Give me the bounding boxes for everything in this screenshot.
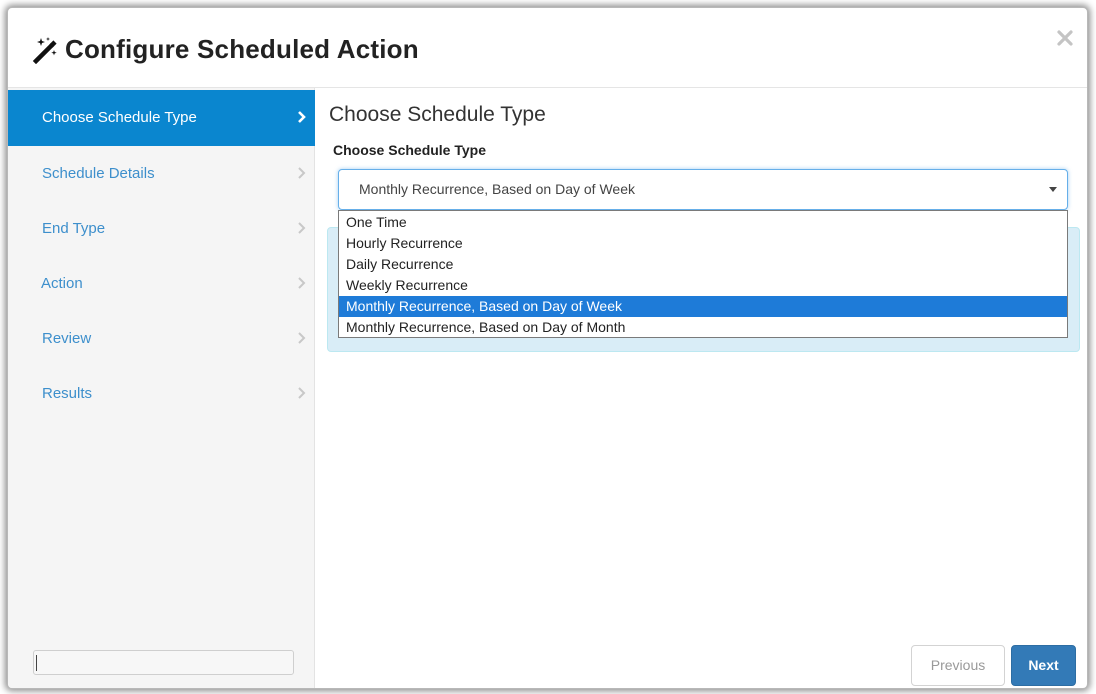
chevron-right-icon (298, 222, 306, 234)
select-current-value: Monthly Recurrence, Based on Day of Week (359, 181, 635, 197)
chevron-right-icon (298, 111, 306, 123)
step-label: Schedule Details (42, 165, 155, 182)
option-monthly-day-of-week[interactable]: Monthly Recurrence, Based on Day of Week (339, 296, 1067, 317)
option-monthly-day-of-month[interactable]: Monthly Recurrence, Based on Day of Mont… (339, 317, 1067, 338)
close-icon[interactable] (1057, 30, 1073, 46)
step-choose-schedule-type[interactable]: Choose Schedule Type (8, 90, 315, 146)
chevron-right-icon (298, 277, 306, 289)
chevron-right-icon (298, 332, 306, 344)
step-review[interactable]: Review (8, 311, 315, 367)
step-end-type[interactable]: End Type (8, 201, 315, 257)
option-one-time[interactable]: One Time (339, 212, 1067, 233)
step-label: Review (42, 330, 92, 347)
option-hourly-recurrence[interactable]: Hourly Recurrence (339, 233, 1067, 254)
step-label: Results (42, 385, 93, 402)
page-title: Choose Schedule Type (329, 103, 546, 126)
configure-scheduled-action-dialog: Configure Scheduled Action Choose Schedu… (7, 7, 1088, 689)
sidebar-text-input[interactable] (33, 650, 294, 675)
option-weekly-recurrence[interactable]: Weekly Recurrence (339, 275, 1067, 296)
option-daily-recurrence[interactable]: Daily Recurrence (339, 254, 1067, 275)
schedule-type-label: Choose Schedule Type (333, 142, 486, 158)
dialog-header: Configure Scheduled Action (8, 8, 1087, 88)
dialog-title: Configure Scheduled Action (65, 34, 419, 64)
wizard-steps-sidebar: Choose Schedule Type Schedule Details En… (8, 88, 315, 688)
text-cursor (36, 655, 37, 671)
step-label: Action (41, 275, 83, 292)
step-label: End Type (42, 220, 106, 237)
caret-down-icon (1049, 187, 1057, 192)
previous-button[interactable]: Previous (911, 645, 1005, 686)
chevron-right-icon (298, 387, 306, 399)
step-label: Choose Schedule Type (42, 109, 197, 126)
schedule-type-select[interactable]: Monthly Recurrence, Based on Day of Week (338, 169, 1068, 210)
step-results[interactable]: Results (8, 366, 315, 422)
magic-wand-icon (32, 37, 57, 64)
schedule-type-options: One Time Hourly Recurrence Daily Recurre… (338, 210, 1068, 338)
step-action[interactable]: Action (8, 256, 315, 312)
wizard-content: Choose Schedule Type Choose Schedule Typ… (315, 88, 1087, 688)
step-schedule-details[interactable]: Schedule Details (8, 146, 315, 202)
chevron-right-icon (298, 167, 306, 179)
next-button[interactable]: Next (1011, 645, 1076, 686)
